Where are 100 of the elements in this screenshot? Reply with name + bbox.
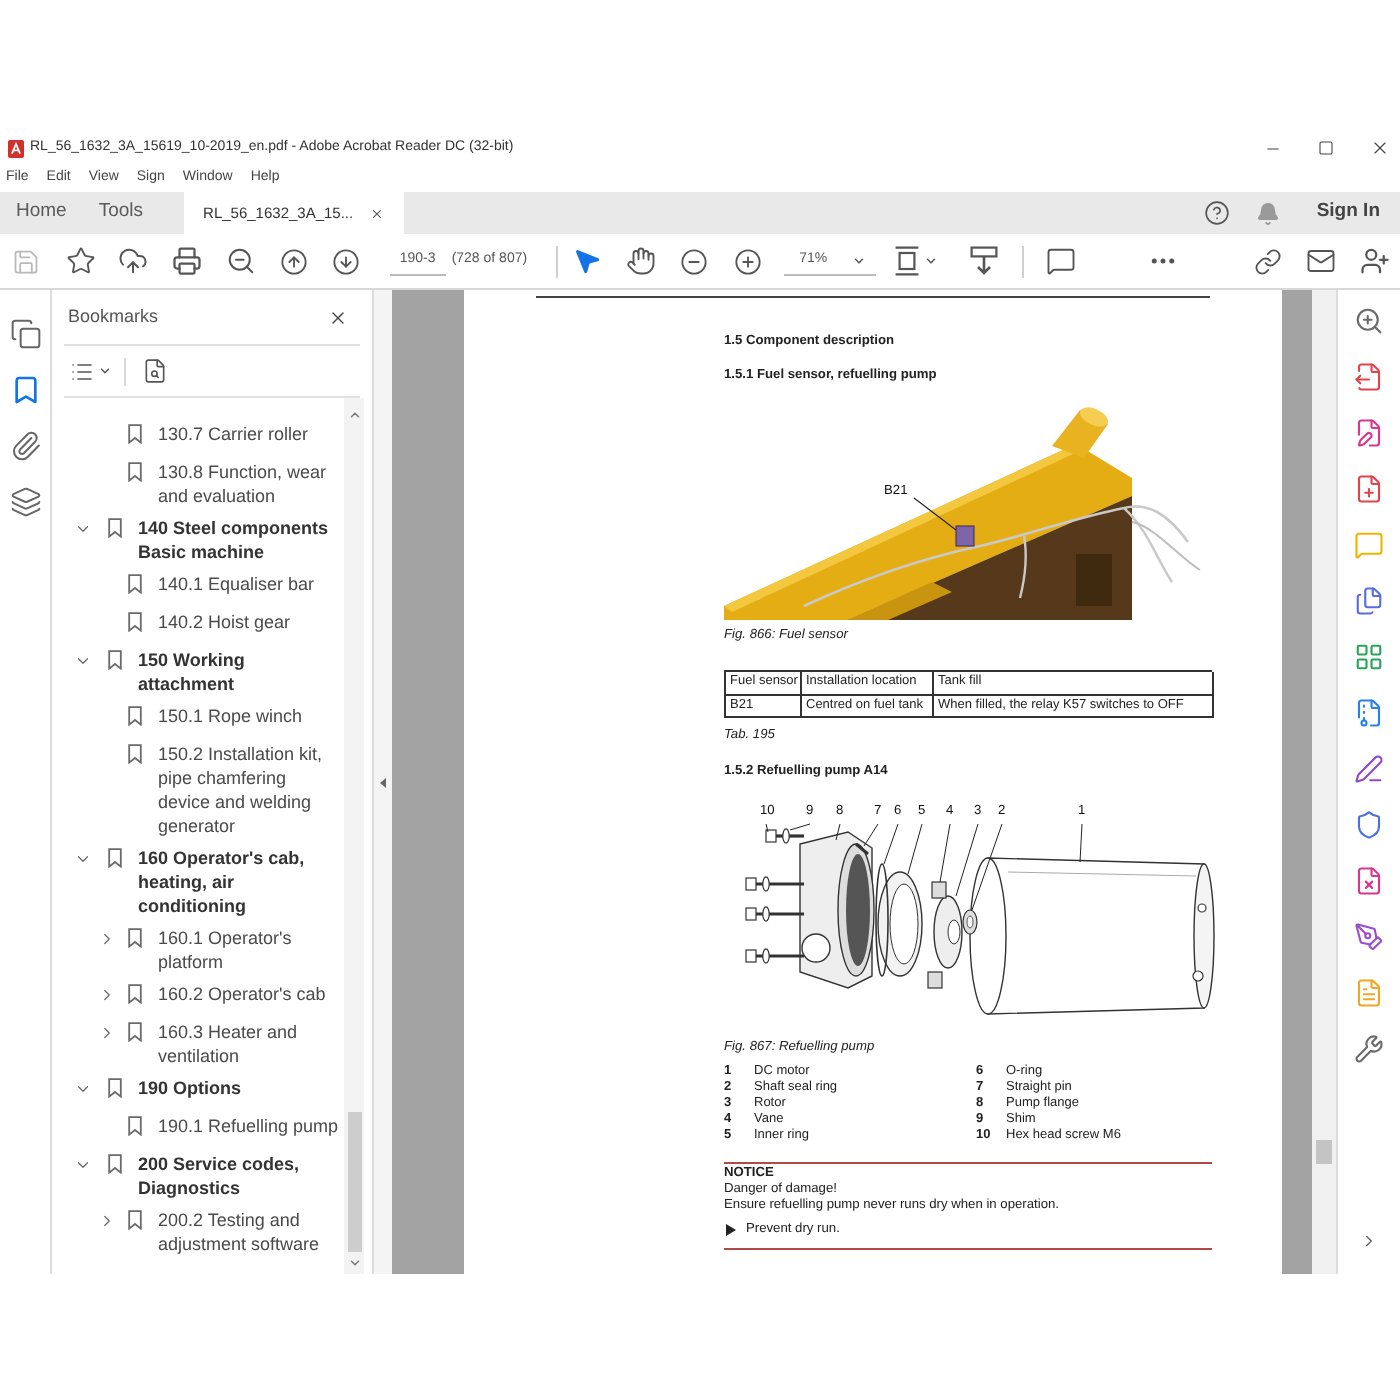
leader-line <box>913 497 957 531</box>
rotor <box>933 895 963 969</box>
star-icon[interactable] <box>65 246 96 276</box>
seal-ring <box>962 909 978 935</box>
washer <box>782 828 790 844</box>
chevron-up-icon[interactable] <box>347 408 361 422</box>
close-icon[interactable] <box>328 307 348 327</box>
zoom-out-icon[interactable] <box>225 246 256 276</box>
bookmark-item[interactable]: 150.1 Rope winch <box>52 698 344 736</box>
leader-line <box>955 823 979 897</box>
bookmark-item[interactable]: 200.2 Testing and adjustment software <box>52 1202 344 1258</box>
link-icon[interactable] <box>1253 247 1281 275</box>
hex-screw <box>765 829 804 843</box>
washer <box>762 948 770 964</box>
pointer-icon[interactable] <box>571 246 602 276</box>
leader-line <box>1079 823 1083 863</box>
vane <box>927 971 943 989</box>
inner-ring <box>877 871 923 977</box>
scroll-down-icon[interactable] <box>969 246 998 276</box>
mail-icon[interactable] <box>1306 246 1336 276</box>
page-fit-icon[interactable] <box>893 246 920 276</box>
bookmark-icon[interactable] <box>9 374 41 406</box>
files-icon[interactable] <box>1354 586 1384 616</box>
bookmark-icon <box>128 928 142 948</box>
scrollbar[interactable] <box>344 398 364 1274</box>
app-icon <box>8 139 24 157</box>
o-ring <box>875 863 889 977</box>
bookmark-item[interactable]: 160.2 Operator's cab <box>52 976 344 1014</box>
arrow-down-circle-icon[interactable] <box>332 247 361 275</box>
print-icon[interactable] <box>171 246 202 276</box>
bookmark-item[interactable]: 190.1 Refuelling pump <box>52 1108 344 1146</box>
scrollbar-thumb[interactable] <box>347 1112 361 1252</box>
caret-icon[interactable] <box>923 254 938 268</box>
bookmark-icon <box>128 1210 142 1230</box>
panel-title: Bookmarks <box>68 303 159 330</box>
bookmark-item[interactable]: 150 Working attachment <box>52 642 344 698</box>
bookmark-item[interactable]: 150.2 Installation kit, pipe chamfering device and welding generator <box>52 736 344 840</box>
file-x-icon[interactable] <box>1354 866 1384 896</box>
hand-icon[interactable] <box>625 246 656 276</box>
file-plus-icon[interactable] <box>1354 474 1384 504</box>
bookmark-item[interactable]: 200 Service codes, Diagnostics <box>52 1146 344 1202</box>
leader-line <box>883 823 899 865</box>
close-icon[interactable] <box>1370 138 1390 158</box>
leader-line <box>863 823 879 847</box>
leader-line <box>971 823 1003 911</box>
grid-icon[interactable] <box>1354 642 1384 672</box>
bookmark-item[interactable]: 190 Options <box>52 1070 344 1108</box>
hex-screw <box>745 949 804 963</box>
bookmark-item[interactable]: 140 Steel components Basic machine <box>52 510 344 566</box>
bookmark-icon <box>108 848 122 868</box>
leader-line <box>765 823 769 833</box>
scrollbar[interactable] <box>1312 290 1336 1274</box>
wrench-icon[interactable] <box>1354 1034 1384 1064</box>
file-archive-icon[interactable] <box>1354 698 1384 728</box>
scrollbar-thumb[interactable] <box>1316 1140 1332 1164</box>
maximize-icon[interactable] <box>1318 140 1334 156</box>
leader-line <box>907 823 923 875</box>
tab[interactable]: Home <box>0 192 83 234</box>
triangle-left-icon[interactable] <box>380 777 386 787</box>
pen-icon[interactable] <box>1354 754 1384 784</box>
bookmark-icon <box>108 518 122 538</box>
paperclip-icon[interactable] <box>9 430 41 462</box>
user-plus-icon[interactable] <box>1359 246 1389 276</box>
straight-pin <box>855 842 869 856</box>
minus-circle-icon[interactable] <box>680 247 709 275</box>
layers-icon[interactable] <box>9 486 41 518</box>
fuel-sensor <box>955 525 975 547</box>
arrow-up-circle-icon[interactable] <box>279 247 308 275</box>
pages-icon[interactable] <box>9 318 41 350</box>
bookmark-item[interactable]: 160.3 Heater and ventilation <box>52 1014 344 1070</box>
bookmark-item[interactable]: 130.8 Function, wear and evaluation <box>52 454 344 510</box>
help-icon[interactable] <box>1204 200 1231 226</box>
file-arrow-icon[interactable] <box>1354 362 1384 392</box>
close-icon[interactable] <box>369 205 384 221</box>
caret-icon[interactable] <box>851 253 866 267</box>
bookmark-item[interactable]: 130.7 Carrier roller <box>52 416 344 454</box>
bookmark-item[interactable]: 160 Operator's cab, heating, air conditioning <box>52 840 344 920</box>
plus-circle-icon[interactable] <box>734 247 763 275</box>
hex-screw <box>745 877 804 891</box>
comment-icon[interactable] <box>1045 246 1076 276</box>
leader-line <box>939 823 951 883</box>
pen-tool-icon[interactable] <box>1354 922 1384 952</box>
triangle-bullet-icon <box>726 1224 736 1236</box>
hex-screw <box>745 907 804 921</box>
leader-line <box>835 823 841 841</box>
file-pen-icon[interactable] <box>1354 418 1384 448</box>
caret-icon[interactable] <box>98 364 112 378</box>
chevron-down-icon[interactable] <box>347 1256 361 1270</box>
zoom-in-icon[interactable] <box>1354 306 1384 336</box>
tab[interactable]: Tools <box>82 192 160 234</box>
bookmark-item[interactable]: 140.1 Equaliser bar <box>52 566 344 604</box>
leader-line <box>789 823 811 831</box>
bookmark-item[interactable]: 160.1 Operator's platform <box>52 920 344 976</box>
file-search-icon[interactable] <box>142 358 168 384</box>
chevron-right-icon[interactable] <box>1360 1232 1378 1250</box>
bookmark-item[interactable]: 140.2 Hoist gear <box>52 604 344 642</box>
sign-in-button[interactable]: Sign In <box>1316 198 1380 228</box>
cloud-upload-icon[interactable] <box>118 246 149 276</box>
shield-icon[interactable] <box>1354 810 1384 840</box>
vane <box>931 881 947 899</box>
